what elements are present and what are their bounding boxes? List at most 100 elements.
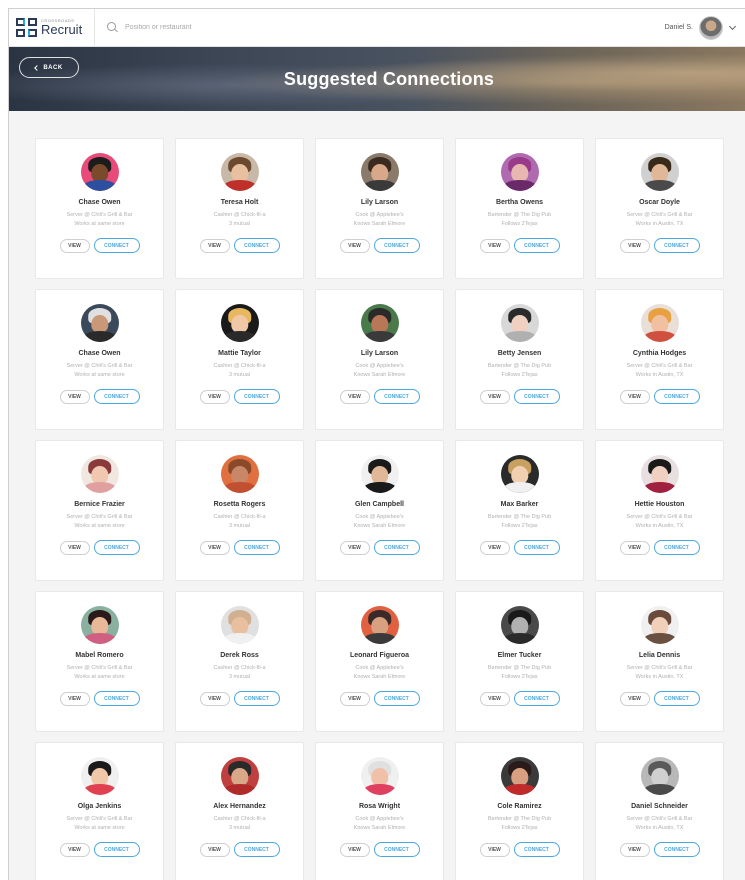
avatar[interactable] [640, 606, 679, 644]
view-button[interactable]: VIEW [619, 691, 650, 706]
avatar[interactable] [500, 606, 539, 644]
connection-role: Server @ Chili's Grill & Bar [66, 816, 133, 822]
connection-role: Bartender @ The Dig Pub [487, 363, 552, 369]
view-button[interactable]: VIEW [339, 842, 370, 857]
avatar[interactable] [80, 757, 119, 795]
view-button[interactable]: VIEW [59, 842, 90, 857]
connect-button[interactable]: CONNECT [513, 540, 560, 555]
avatar[interactable] [360, 606, 399, 644]
connect-button[interactable]: CONNECT [653, 238, 700, 253]
view-button[interactable]: VIEW [199, 691, 230, 706]
connect-button[interactable]: CONNECT [513, 238, 560, 253]
view-button[interactable]: VIEW [479, 842, 510, 857]
connect-button[interactable]: CONNECT [653, 540, 700, 555]
back-button[interactable]: BACK [19, 57, 79, 78]
avatar[interactable] [80, 606, 119, 644]
view-button[interactable]: VIEW [199, 389, 230, 404]
avatar[interactable] [220, 757, 259, 795]
view-button[interactable]: VIEW [59, 540, 90, 555]
avatar-body [642, 784, 677, 795]
connection-card: Lily Larson Cook @ Applebee's Knows Sara… [315, 289, 444, 430]
avatar[interactable] [80, 455, 119, 493]
avatar[interactable] [360, 304, 399, 342]
view-button[interactable]: VIEW [479, 691, 510, 706]
connect-button[interactable]: CONNECT [93, 389, 140, 404]
app-logo[interactable]: CROSSROADS Recruit [9, 9, 95, 47]
user-menu[interactable]: Daniel S. [665, 15, 745, 40]
connect-button[interactable]: CONNECT [513, 389, 560, 404]
connect-button[interactable]: CONNECT [373, 842, 420, 857]
connection-name: Glen Campbell [354, 501, 404, 508]
avatar[interactable] [220, 455, 259, 493]
avatar-body [82, 180, 117, 191]
avatar[interactable] [640, 153, 679, 191]
avatar[interactable] [80, 153, 119, 191]
chevron-down-icon[interactable] [727, 27, 737, 29]
connect-button[interactable]: CONNECT [93, 691, 140, 706]
avatar[interactable] [699, 15, 723, 40]
connect-button[interactable]: CONNECT [93, 540, 140, 555]
view-button[interactable]: VIEW [479, 540, 510, 555]
connect-button[interactable]: CONNECT [513, 691, 560, 706]
avatar-face [230, 767, 249, 786]
view-button[interactable]: VIEW [59, 691, 90, 706]
connect-button[interactable]: CONNECT [373, 691, 420, 706]
avatar[interactable] [500, 757, 539, 795]
view-button[interactable]: VIEW [339, 389, 370, 404]
avatar[interactable] [640, 757, 679, 795]
view-button[interactable]: VIEW [619, 238, 650, 253]
connection-relation: 3 mutual [228, 221, 251, 227]
avatar[interactable] [220, 606, 259, 644]
avatar[interactable] [220, 153, 259, 191]
view-button[interactable]: VIEW [619, 842, 650, 857]
view-button[interactable]: VIEW [199, 238, 230, 253]
card-actions: VIEW CONNECT [619, 540, 700, 555]
connect-button[interactable]: CONNECT [373, 389, 420, 404]
connect-button[interactable]: CONNECT [653, 691, 700, 706]
connect-button[interactable]: CONNECT [233, 238, 280, 253]
connect-button[interactable]: CONNECT [233, 540, 280, 555]
avatar[interactable] [80, 304, 119, 342]
card-actions: VIEW CONNECT [59, 842, 140, 857]
avatar[interactable] [360, 153, 399, 191]
view-button[interactable]: VIEW [619, 389, 650, 404]
avatar[interactable] [360, 455, 399, 493]
view-button[interactable]: VIEW [199, 842, 230, 857]
view-button[interactable]: VIEW [339, 540, 370, 555]
connect-button[interactable]: CONNECT [373, 540, 420, 555]
avatar-body [642, 331, 677, 342]
connection-card: Bernice Frazier Server @ Chili's Grill &… [35, 440, 164, 581]
avatar[interactable] [220, 304, 259, 342]
connect-button[interactable]: CONNECT [233, 389, 280, 404]
connect-button[interactable]: CONNECT [513, 842, 560, 857]
connect-button[interactable]: CONNECT [233, 842, 280, 857]
connect-button[interactable]: CONNECT [233, 691, 280, 706]
view-button[interactable]: VIEW [59, 238, 90, 253]
avatar[interactable] [500, 153, 539, 191]
connection-name: Chase Owen [78, 350, 121, 357]
view-button[interactable]: VIEW [479, 238, 510, 253]
avatar[interactable] [500, 455, 539, 493]
view-button[interactable]: VIEW [479, 389, 510, 404]
connection-details: Cook @ Applebee's Knows Sarah Elmore [354, 513, 406, 531]
avatar[interactable] [640, 304, 679, 342]
avatar[interactable] [640, 455, 679, 493]
connection-role: Server @ Chili's Grill & Bar [626, 665, 693, 671]
connect-button[interactable]: CONNECT [653, 389, 700, 404]
avatar[interactable] [500, 304, 539, 342]
search-input[interactable] [125, 24, 325, 31]
connection-details: Bartender @ The Dig Pub Follows 2Tejas [488, 513, 551, 531]
view-button[interactable]: VIEW [339, 691, 370, 706]
view-button[interactable]: VIEW [59, 389, 90, 404]
connect-button[interactable]: CONNECT [373, 238, 420, 253]
connection-card: Daniel Schneider Server @ Chili's Grill … [595, 742, 724, 880]
view-button[interactable]: VIEW [199, 540, 230, 555]
connect-button[interactable]: CONNECT [93, 238, 140, 253]
connect-button[interactable]: CONNECT [653, 842, 700, 857]
search-bar [95, 22, 665, 33]
view-button[interactable]: VIEW [619, 540, 650, 555]
avatar-face [230, 314, 249, 333]
connect-button[interactable]: CONNECT [93, 842, 140, 857]
view-button[interactable]: VIEW [339, 238, 370, 253]
avatar[interactable] [360, 757, 399, 795]
